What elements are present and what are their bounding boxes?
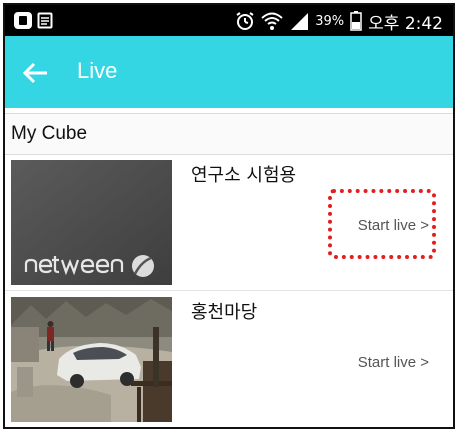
alarm-icon <box>236 12 254 30</box>
camera-list-item[interactable]: 연구소 시험용 Start live > <box>5 155 453 291</box>
camera-thumbnail <box>11 160 172 285</box>
status-time: 오후 2:42 <box>368 13 443 34</box>
camera-name: 연구소 시험용 <box>191 165 297 186</box>
app-icon <box>14 12 32 29</box>
battery-percent: 39% <box>315 13 345 29</box>
wifi-icon <box>261 12 283 30</box>
signal-icon <box>291 13 309 30</box>
section-header: My Cube <box>5 113 453 155</box>
arrow-left-icon[interactable] <box>21 58 51 88</box>
page-title: Live <box>77 58 118 83</box>
status-bar: 39% 오후 2:42 <box>5 5 453 36</box>
camera-thumbnail <box>11 297 172 422</box>
app-bar: Live <box>5 36 453 108</box>
battery-icon <box>350 11 362 31</box>
camera-list-item[interactable]: 홍천마당 Start live > <box>5 292 453 427</box>
start-live-button[interactable]: Start live > <box>358 354 429 371</box>
message-icon <box>37 12 53 29</box>
section-title: My Cube <box>11 123 88 144</box>
start-live-button[interactable]: Start live > <box>358 217 429 234</box>
camera-name: 홍천마당 <box>191 302 258 323</box>
phone-screen: 39% 오후 2:42 Live My Cube 연구소 시험용 Start l… <box>3 3 455 429</box>
